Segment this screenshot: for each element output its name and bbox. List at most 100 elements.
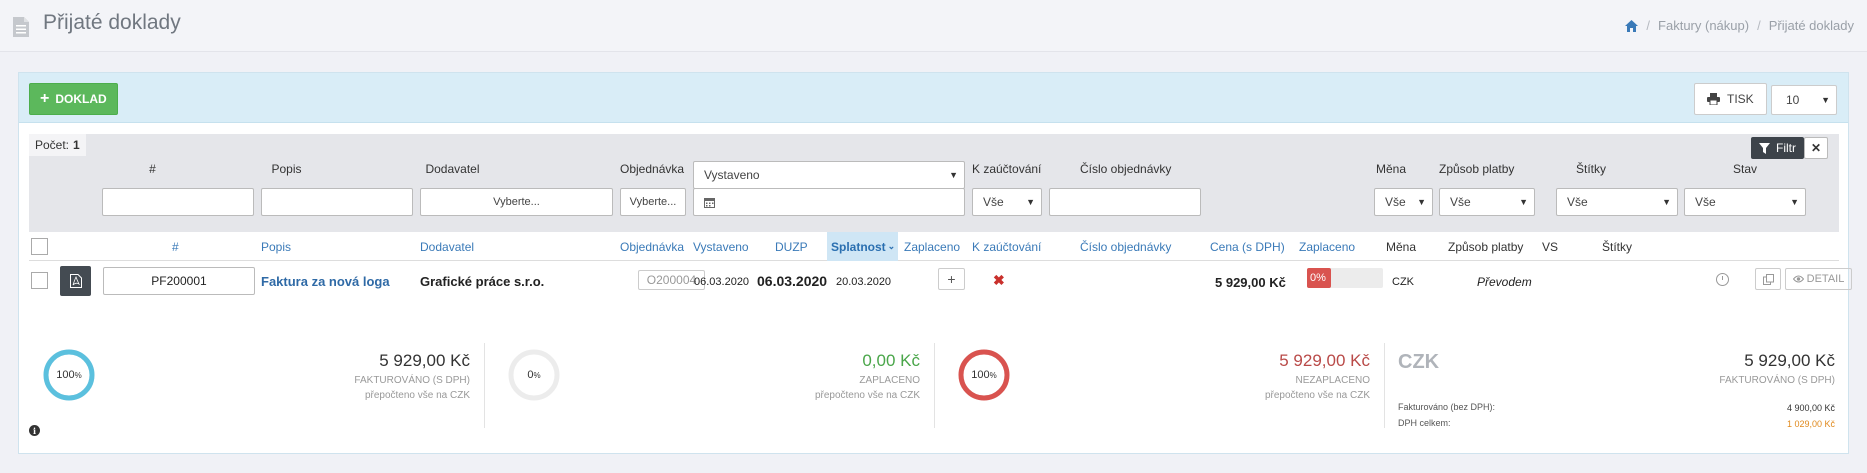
invoiced-percent: 100% (41, 347, 97, 403)
document-number-field[interactable]: PF200001 (103, 267, 255, 295)
status-filter-select[interactable]: Vše ▼ (1684, 188, 1806, 216)
column-supplier[interactable]: Dodavatel (420, 240, 474, 254)
column-number[interactable]: # (172, 240, 179, 254)
clear-filter-button[interactable]: ✕ (1804, 137, 1828, 159)
filter-header-status: Stav (1733, 162, 1758, 176)
document-icon (13, 17, 29, 37)
unpaid-percent-sign: % (989, 370, 997, 380)
invoiced-note: přepočteno vše na CZK (364, 390, 470, 401)
invoiced-amount: 5 929,00 Kč (379, 351, 470, 370)
date-type-value: Vystaveno (704, 168, 760, 182)
column-payment-method: Způsob platby (1448, 240, 1524, 254)
posting-filter-select[interactable]: Vše ▼ (972, 188, 1042, 216)
row-due-date: 20.03.2020 (836, 276, 892, 288)
select-all-checkbox[interactable] (31, 238, 48, 255)
chevron-down-icon: ⌄ (887, 241, 896, 251)
add-document-button[interactable]: + DOKLAD (29, 83, 118, 115)
column-vs: VS (1542, 240, 1559, 254)
filter-header-description: Popis (271, 162, 302, 176)
page-size-select[interactable]: 10 ▼ (1771, 85, 1837, 115)
clock-icon[interactable] (1716, 273, 1729, 286)
filter-header-order-number: Číslo objednávky (1080, 162, 1172, 176)
supplier-filter-select[interactable]: Vyberte... (420, 188, 613, 216)
eye-icon (1792, 275, 1804, 283)
copy-button[interactable] (1755, 268, 1781, 290)
pdf-button[interactable] (60, 266, 91, 296)
breadcrumb-separator: / (1757, 18, 1761, 33)
breadcrumb: / Faktury (nákup) / Přijaté doklady (1625, 18, 1854, 33)
caret-down-icon: ▼ (1417, 197, 1426, 207)
paid-percent: 0% (506, 347, 562, 403)
info-icon[interactable]: i (29, 425, 40, 436)
currency-amount: 5 929,00 Kč (1744, 351, 1835, 370)
no-vat-value: 4 900,00 Kč (1786, 403, 1835, 413)
status-filter-value: Vše (1695, 195, 1716, 209)
caret-down-icon: ▼ (1026, 197, 1035, 207)
panel-toolbar: + DOKLAD TISK 10 ▼ (19, 73, 1848, 123)
paid-progress-fill: 0% (1307, 268, 1331, 288)
row-currency: CZK (1392, 276, 1414, 288)
column-paid-amount[interactable]: Zaplaceno (1299, 240, 1355, 254)
caret-down-icon: ▼ (1662, 197, 1671, 207)
column-order-number[interactable]: Číslo objednávky (1080, 240, 1171, 254)
column-due-date-sorted[interactable]: Splatnost ⌄ (827, 232, 898, 261)
tags-filter-select[interactable]: Vše ▼ (1556, 188, 1678, 216)
caret-down-icon: ▼ (1821, 95, 1830, 105)
invoiced-percent-value: 100 (56, 369, 75, 381)
posting-filter-value: Vše (983, 195, 1004, 209)
currency-filter-select[interactable]: Vše ▼ (1374, 188, 1433, 216)
currency-label: FAKTUROVÁNO (S DPH) (1719, 375, 1835, 386)
detail-button[interactable]: DETAIL (1785, 268, 1852, 290)
filter-header-posting: K zaúčtování (972, 162, 1042, 176)
table-row[interactable]: PF200001 Faktura za nová loga Grafické p… (29, 263, 1852, 303)
paid-amount: 0,00 Kč (862, 351, 920, 370)
row-supplier: Grafické práce s.r.o. (420, 274, 545, 289)
add-payment-button[interactable]: + (938, 268, 965, 290)
caret-down-icon: ▼ (1790, 197, 1799, 207)
description-filter-input[interactable] (261, 188, 413, 216)
printer-icon (1707, 93, 1720, 105)
summary-unpaid: 100% 5 929,00 Kč NEZAPLACENO přepočteno … (934, 335, 1384, 440)
print-button[interactable]: TISK (1694, 83, 1767, 115)
filter-header-payment-method: Způsob platby (1439, 162, 1515, 176)
column-description[interactable]: Popis (261, 240, 291, 254)
caret-down-icon: ▼ (1519, 197, 1528, 207)
count-label: Počet: (35, 138, 70, 152)
filter-button[interactable]: Filtr (1751, 137, 1804, 159)
column-posting[interactable]: K zaúčtování (972, 240, 1041, 254)
column-duzp[interactable]: DUZP (775, 240, 808, 254)
filter-header-supplier: Dodavatel (425, 162, 480, 176)
column-issued[interactable]: Vystaveno (693, 240, 749, 254)
column-paid[interactable]: Zaplaceno (904, 240, 960, 254)
order-filter-select[interactable]: Vyberte... (620, 188, 686, 216)
unpaid-label: NEZAPLACENO (1295, 375, 1370, 386)
payment-method-filter-value: Vše (1450, 195, 1471, 209)
currency-filter-value: Vše (1385, 195, 1406, 209)
filter-header-order: Objednávka (620, 162, 685, 176)
breadcrumb-current: Přijaté doklady (1768, 18, 1854, 33)
date-range-input[interactable] (693, 188, 965, 216)
payment-method-filter-select[interactable]: Vše ▼ (1439, 188, 1535, 216)
summary-currency: CZK 5 929,00 Kč FAKTUROVÁNO (S DPH) Fakt… (1384, 335, 1849, 440)
count-value: 1 (73, 138, 80, 152)
number-filter-input[interactable] (102, 188, 254, 216)
breadcrumb-invoices-purchase[interactable]: Faktury (nákup) (1658, 18, 1749, 33)
paid-note: přepočteno vše na CZK (814, 390, 920, 401)
row-description-link[interactable]: Faktura za nová loga (261, 274, 390, 289)
currency-code: CZK (1398, 351, 1440, 373)
invoiced-label: FAKTUROVÁNO (S DPH) (354, 375, 470, 386)
pdf-file-icon (69, 274, 82, 288)
row-checkbox[interactable] (31, 272, 48, 289)
order-number-filter-input[interactable] (1049, 188, 1201, 216)
row-price: 5 929,00 Kč (1215, 275, 1286, 290)
top-bar: Přijaté doklady / Faktury (nákup) / Přij… (0, 0, 1867, 52)
column-order[interactable]: Objednávka (620, 240, 684, 254)
summary-paid: 0% 0,00 Kč ZAPLACENO přepočteno vše na C… (484, 335, 934, 440)
column-price[interactable]: Cena (s DPH) (1210, 240, 1285, 254)
unpaid-percent-value: 100 (971, 369, 990, 381)
home-icon[interactable] (1625, 19, 1639, 32)
table-header: # Popis Dodavatel Objednávka Vystaveno D… (29, 232, 1839, 261)
date-type-select[interactable]: Vystaveno ▼ (693, 161, 965, 189)
paid-percent-sign: % (533, 370, 541, 380)
supplier-filter-placeholder: Vyberte... (493, 196, 540, 208)
